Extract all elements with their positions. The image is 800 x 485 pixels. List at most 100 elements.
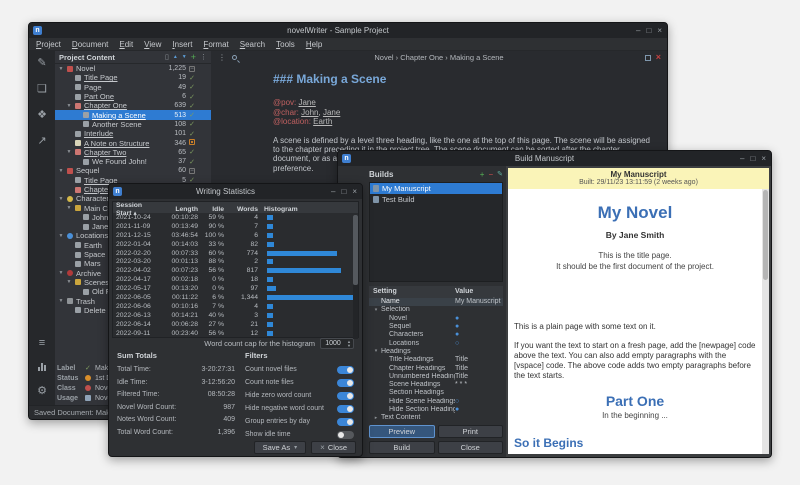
- expand-arrow-icon[interactable]: ▼: [66, 279, 72, 285]
- menu-insert[interactable]: Insert: [172, 40, 192, 49]
- save-as-button[interactable]: Save As▾: [254, 441, 307, 454]
- tree-item[interactable]: ▼Sequel60−: [55, 166, 211, 175]
- session-row[interactable]: 2022-03-2000:01:1388 %2: [113, 257, 358, 266]
- active-checkbox[interactable]: [186, 139, 198, 147]
- move-down-icon[interactable]: ▼: [182, 54, 187, 60]
- writing-stats-icon[interactable]: [38, 362, 46, 371]
- outline-list-icon[interactable]: ≡: [39, 337, 45, 349]
- setting-row[interactable]: Unnumbered HeadingsTitle: [369, 372, 503, 380]
- tree-item[interactable]: ▼Novel1,225−: [55, 64, 211, 73]
- tree-item[interactable]: Another Scene108✓: [55, 120, 211, 129]
- active-checkbox[interactable]: ✓: [186, 102, 198, 110]
- tree-item[interactable]: ▼Chapter One639✓: [55, 101, 211, 110]
- expand-arrow-icon[interactable]: ▼: [58, 66, 64, 72]
- tree-item[interactable]: We Found John!37✓: [55, 157, 211, 166]
- build-list-item[interactable]: Test Build: [370, 194, 502, 205]
- focus-mode-icon[interactable]: [645, 55, 651, 61]
- export-icon[interactable]: ↗: [37, 134, 46, 147]
- tree-item[interactable]: A Note on Structure346: [55, 138, 211, 147]
- column-header-length[interactable]: Length: [161, 206, 201, 213]
- active-checkbox[interactable]: ✓: [186, 111, 198, 119]
- active-checkbox[interactable]: ✓: [186, 158, 198, 166]
- menu-search[interactable]: Search: [240, 40, 265, 49]
- session-row[interactable]: 2022-01-0400:14:0333 %82: [113, 240, 358, 249]
- build-titlebar[interactable]: n Build Manuscript – □ ×: [338, 151, 771, 166]
- setting-row[interactable]: NameMy Manuscript: [369, 298, 503, 306]
- active-checkbox[interactable]: −: [186, 65, 198, 72]
- edit-build-icon[interactable]: ✎: [497, 170, 503, 178]
- column-header-histogram[interactable]: Histogram: [261, 206, 358, 213]
- maximize-icon[interactable]: □: [750, 155, 755, 163]
- filter-toggle[interactable]: [337, 379, 354, 387]
- expand-arrow-icon[interactable]: ▼: [58, 168, 64, 174]
- filter-toggle[interactable]: [337, 366, 354, 374]
- maximize-icon[interactable]: □: [646, 27, 651, 35]
- setting-row[interactable]: Scene Headings* * *: [369, 381, 503, 389]
- menu-edit[interactable]: Edit: [119, 40, 133, 49]
- filter-toggle[interactable]: [337, 405, 354, 413]
- session-row[interactable]: 2022-09-1100:23:4056 %12: [113, 329, 358, 338]
- menu-help[interactable]: Help: [306, 40, 322, 49]
- maximize-icon[interactable]: □: [341, 188, 346, 196]
- session-row[interactable]: 2022-06-1300:14:2140 %3: [113, 311, 358, 320]
- expand-arrow-icon[interactable]: ▼: [66, 149, 72, 155]
- build-list-item[interactable]: My Manuscript: [370, 183, 502, 194]
- add-item-icon[interactable]: +: [191, 52, 196, 62]
- menu-document[interactable]: Document: [72, 40, 108, 49]
- tree-item[interactable]: Part One6✓: [55, 92, 211, 101]
- menu-view[interactable]: View: [144, 40, 161, 49]
- setting-row[interactable]: ▾Headings: [369, 347, 503, 355]
- tag-value-link[interactable]: Jane: [323, 108, 340, 117]
- session-row[interactable]: 2022-06-0600:10:167 %4: [113, 302, 358, 311]
- close-button[interactable]: ×Close: [311, 441, 356, 454]
- column-header-words[interactable]: Words: [227, 206, 261, 213]
- setting-row[interactable]: Sequel●: [369, 322, 503, 330]
- setting-row[interactable]: Chapter HeadingsTitle: [369, 364, 503, 372]
- search-icon[interactable]: [232, 55, 237, 60]
- setting-row[interactable]: Characters●: [369, 331, 503, 339]
- session-row[interactable]: 2022-04-0200:07:2356 %817: [113, 266, 358, 275]
- close-icon[interactable]: ×: [657, 27, 662, 35]
- setting-row[interactable]: Locations○: [369, 339, 503, 347]
- expand-arrow-icon[interactable]: ▼: [58, 270, 64, 276]
- menu-format[interactable]: Format: [203, 40, 228, 49]
- project-view-icon[interactable]: ❏: [37, 82, 47, 95]
- sessions-table-header[interactable]: Session Start ▴LengthIdleWordsHistogram: [113, 202, 358, 213]
- setting-row[interactable]: Hide Section Headings●: [369, 405, 503, 413]
- active-checkbox[interactable]: ✓: [186, 74, 198, 82]
- active-checkbox[interactable]: −: [186, 167, 198, 174]
- tree-item[interactable]: Page49✓: [55, 83, 211, 92]
- active-checkbox[interactable]: ✓: [186, 148, 198, 156]
- add-build-icon[interactable]: +: [480, 170, 485, 179]
- column-header-idle[interactable]: Idle: [201, 206, 227, 213]
- minimize-icon[interactable]: –: [740, 155, 744, 163]
- session-row[interactable]: 2021-10-2400:10:2859 %4: [113, 213, 358, 222]
- tag-value-link[interactable]: Earth: [313, 117, 332, 126]
- tag-value-link[interactable]: Jane: [298, 98, 315, 107]
- remove-build-icon[interactable]: −: [488, 170, 493, 179]
- spinbox-arrows-icon[interactable]: ▲▼: [345, 340, 353, 348]
- setting-row[interactable]: Title HeadingsTitle: [369, 356, 503, 364]
- close-icon[interactable]: ×: [761, 155, 766, 163]
- session-row[interactable]: 2022-02-2000:07:3360 %774: [113, 249, 358, 258]
- active-checkbox[interactable]: ✓: [186, 120, 198, 128]
- main-titlebar[interactable]: n novelWriter - Sample Project – □ ×: [29, 23, 667, 38]
- tree-item[interactable]: Interlude101✓: [55, 129, 211, 138]
- setting-row[interactable]: Section Headings: [369, 389, 503, 397]
- menu-tools[interactable]: Tools: [276, 40, 295, 49]
- print-button[interactable]: Print: [438, 425, 504, 438]
- session-row[interactable]: 2022-04-1700:02:180 %18: [113, 275, 358, 284]
- session-row[interactable]: 2022-06-0500:11:226 %1,344: [113, 293, 358, 302]
- tree-item[interactable]: Title Page19✓: [55, 73, 211, 82]
- session-row[interactable]: 2022-06-1400:06:2827 %21: [113, 320, 358, 329]
- compose-icon[interactable]: ✎: [37, 56, 46, 69]
- expand-arrow-icon[interactable]: ▼: [66, 103, 72, 109]
- close-icon[interactable]: ×: [352, 188, 357, 196]
- novel-view-icon[interactable]: ❖: [37, 108, 47, 121]
- stats-titlebar[interactable]: n Writing Statistics – □ ×: [109, 184, 362, 199]
- minimize-icon[interactable]: –: [331, 188, 335, 196]
- filter-toggle[interactable]: [337, 392, 354, 400]
- close-button[interactable]: Close: [438, 441, 504, 454]
- session-row[interactable]: 2021-12-1503:46:54100 %6: [113, 231, 358, 240]
- stats-scrollbar[interactable]: [353, 215, 358, 339]
